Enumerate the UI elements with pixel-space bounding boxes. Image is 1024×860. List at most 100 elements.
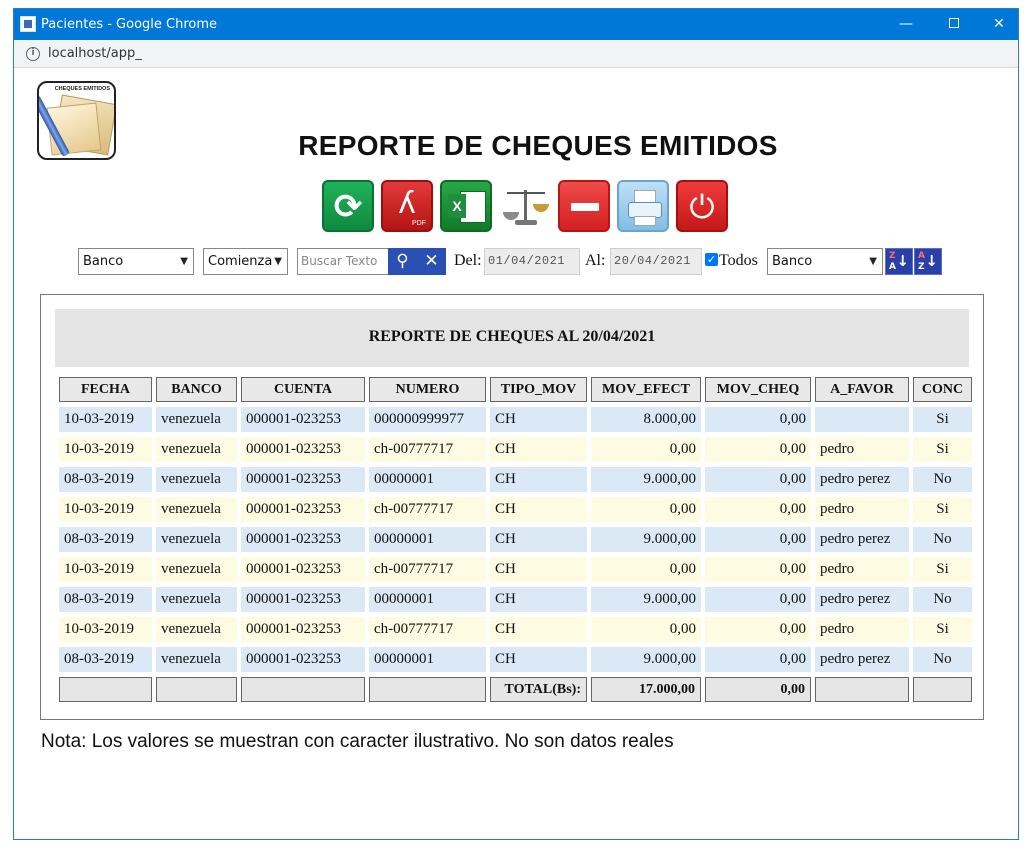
cell-numero: ch-00777717 <box>369 437 486 462</box>
total-empty-cell <box>369 677 486 702</box>
table-row[interactable]: 10-03-2019 venezuela 000001-023253 00000099… <box>59 407 972 432</box>
match-mode-select[interactable]: Comienza ▼ <box>203 248 288 275</box>
search-button[interactable]: ⚲ <box>388 248 417 275</box>
cell-mov-cheq: 0,00 <box>705 557 811 582</box>
table-row[interactable]: 10-03-2019 venezuela 000001-023253 ch-00777… <box>59 497 972 522</box>
cell-banco: venezuela <box>156 407 237 432</box>
cell-fecha: 08-03-2019 <box>59 527 152 552</box>
cell-numero: ch-00777717 <box>369 497 486 522</box>
print-output <box>634 216 656 226</box>
cell-numero: 00000001 <box>369 647 486 672</box>
info-icon[interactable]: i <box>26 47 40 61</box>
page-title: REPORTE DE CHEQUES EMITIDOS <box>298 130 778 161</box>
cell-numero: 000000999977 <box>369 407 486 432</box>
refresh-button[interactable]: ⟳ <box>322 180 374 232</box>
cell-a-favor: pedro <box>815 497 909 522</box>
pdf-button[interactable]: ʎ PDF <box>381 180 433 232</box>
close-button[interactable]: ✕ <box>976 9 1022 40</box>
url-text[interactable]: localhost/app_ <box>48 46 142 61</box>
sort-descending-button[interactable]: Z A ↓ <box>885 248 913 275</box>
delete-button[interactable] <box>558 180 610 232</box>
cell-tipo-mov: CH <box>490 437 587 462</box>
col-mov-cheq: MOV_CHEQ <box>705 377 811 402</box>
address-bar[interactable]: i localhost/app_ <box>14 40 1018 68</box>
col-conc: CONC <box>913 377 972 402</box>
cell-mov-efect: 0,00 <box>591 557 701 582</box>
search-icon: ⚲ <box>396 251 409 271</box>
col-fecha: FECHA <box>59 377 152 402</box>
close-icon: ✕ <box>424 251 439 271</box>
power-icon: ⏻ <box>689 188 715 226</box>
cell-cuenta: 000001-023253 <box>241 647 365 672</box>
cell-tipo-mov: CH <box>490 617 587 642</box>
clear-button[interactable]: ✕ <box>417 248 446 275</box>
table-row[interactable]: 10-03-2019 venezuela 000001-023253 ch-00777… <box>59 617 972 642</box>
cell-tipo-mov: CH <box>490 557 587 582</box>
cell-numero: ch-00777717 <box>369 557 486 582</box>
table-row[interactable]: 10-03-2019 venezuela 000001-023253 ch-00777… <box>59 557 972 582</box>
cell-cuenta: 000001-023253 <box>241 527 365 552</box>
total-empty-cell <box>241 677 365 702</box>
disclaimer-note: Nota: Los valores se muestran con caract… <box>41 731 674 752</box>
table-row[interactable]: 08-03-2019 venezuela 000001-023253 00000001… <box>59 587 972 612</box>
balance-pan-left <box>503 212 519 220</box>
cell-mov-efect: 0,00 <box>591 437 701 462</box>
title-bar: Pacientes - Google Chrome — ✕ <box>14 9 1018 40</box>
cell-mov-cheq: 0,00 <box>705 407 811 432</box>
cell-banco: venezuela <box>156 467 237 492</box>
search-input[interactable]: Buscar Texto <box>297 248 389 275</box>
total-row: TOTAL(Bs): 17.000,00 0,00 <box>59 677 972 702</box>
cell-mov-efect: 9.000,00 <box>591 647 701 672</box>
cell-mov-cheq: 0,00 <box>705 527 811 552</box>
table-row[interactable]: 08-03-2019 venezuela 000001-023253 00000001… <box>59 467 972 492</box>
cell-conc: Si <box>913 617 972 642</box>
cell-cuenta: 000001-023253 <box>241 407 365 432</box>
balance-beam <box>507 192 545 194</box>
cell-fecha: 08-03-2019 <box>59 647 152 672</box>
cell-fecha: 08-03-2019 <box>59 467 152 492</box>
cell-a-favor: pedro <box>815 617 909 642</box>
cell-a-favor: pedro perez <box>815 527 909 552</box>
report-table: FECHA BANCO CUENTA NUMERO TIPO_MOV MOV_E… <box>55 372 976 707</box>
print-button[interactable] <box>617 180 669 232</box>
cell-a-favor <box>815 407 909 432</box>
cell-mov-cheq: 0,00 <box>705 617 811 642</box>
cell-conc: Si <box>913 557 972 582</box>
sort-ascending-button[interactable]: A Z ↓ <box>914 248 942 275</box>
chevron-down-icon: ▼ <box>180 256 188 267</box>
bank-filter-select[interactable]: Banco ▼ <box>78 248 194 275</box>
cell-banco: venezuela <box>156 647 237 672</box>
table-row[interactable]: 08-03-2019 venezuela 000001-023253 00000001… <box>59 647 972 672</box>
maximize-button[interactable] <box>931 9 977 40</box>
cell-conc: Si <box>913 497 972 522</box>
todos-checkbox[interactable]: ✓ <box>705 253 718 266</box>
col-cuenta: CUENTA <box>241 377 365 402</box>
date-from-label: Del: <box>454 252 482 269</box>
minimize-button[interactable]: — <box>883 9 929 40</box>
refresh-icon: ⟳ <box>333 187 363 227</box>
cell-fecha: 08-03-2019 <box>59 587 152 612</box>
exit-button[interactable]: ⏻ <box>676 180 728 232</box>
cell-cuenta: 000001-023253 <box>241 587 365 612</box>
table-row[interactable]: 08-03-2019 venezuela 000001-023253 00000001… <box>59 527 972 552</box>
date-to-field[interactable]: 20/04/2021 <box>610 248 702 275</box>
date-to-label: Al: <box>585 252 606 269</box>
report-heading: REPORTE DE CHEQUES AL 20/04/2021 <box>55 309 969 367</box>
date-from-field[interactable]: 01/04/2021 <box>484 248 580 275</box>
sort-field-select[interactable]: Banco ▼ <box>767 248 883 275</box>
window-title: Pacientes - Google Chrome <box>41 17 218 32</box>
cell-cuenta: 000001-023253 <box>241 497 365 522</box>
cell-banco: venezuela <box>156 497 237 522</box>
cell-mov-cheq: 0,00 <box>705 467 811 492</box>
browser-window: Pacientes - Google Chrome — ✕ i localhos… <box>13 8 1019 840</box>
balance-icon <box>524 190 527 222</box>
table-row[interactable]: 10-03-2019 venezuela 000001-023253 ch-00777… <box>59 437 972 462</box>
report-panel: REPORTE DE CHEQUES AL 20/04/2021 FECHA B… <box>40 294 984 720</box>
excel-button[interactable]: X <box>440 180 492 232</box>
balance-button[interactable] <box>499 180 551 232</box>
total-empty-cell <box>815 677 909 702</box>
col-tipo-mov: TIPO_MOV <box>490 377 587 402</box>
cell-fecha: 10-03-2019 <box>59 437 152 462</box>
cell-banco: venezuela <box>156 587 237 612</box>
total-mov-efect: 17.000,00 <box>591 677 701 702</box>
